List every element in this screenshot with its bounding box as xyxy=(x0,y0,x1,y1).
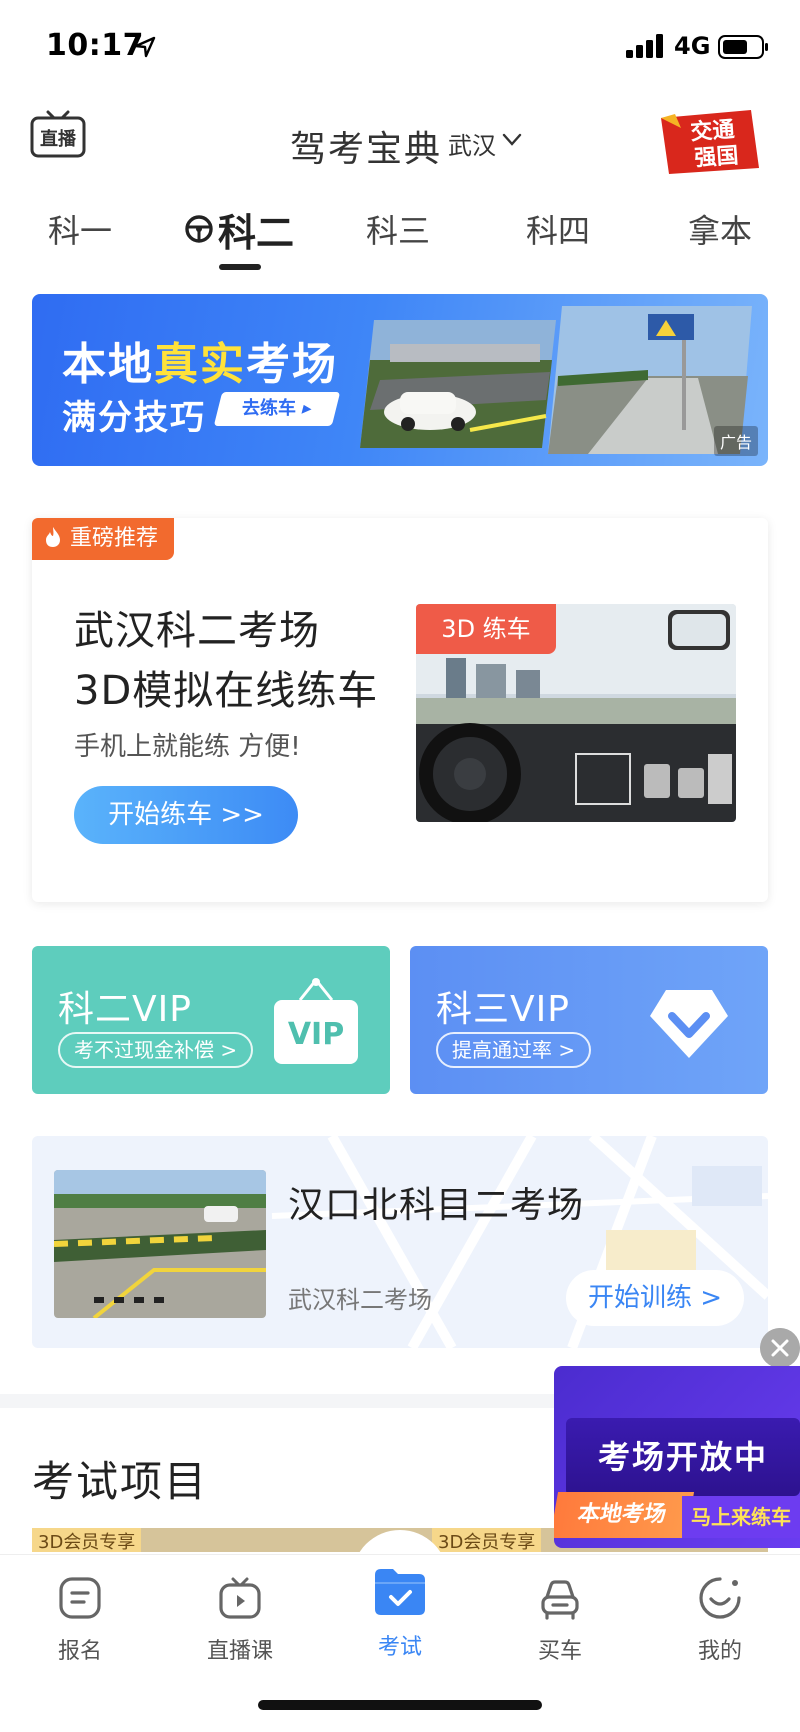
exam-site-card[interactable]: 汉口北科目二考场 武汉科二考场 开始训练 > xyxy=(32,1136,768,1348)
status-bar: 10:17 4G xyxy=(0,0,800,100)
banner-headline: 本地真实考场 xyxy=(62,339,338,390)
vip-tag-icon: VIP xyxy=(274,978,358,1064)
exam-items-heading: 考试项目 xyxy=(32,1457,209,1506)
float-ad-main: 考场开放中 xyxy=(566,1418,800,1496)
exam-site-photo xyxy=(54,1170,266,1318)
start-training-button[interactable]: 开始训练 > xyxy=(566,1270,744,1326)
recommend-title-line2: 3D模拟在线练车 xyxy=(74,668,379,714)
network-type: 4G xyxy=(674,32,711,60)
banner-practice-button[interactable]: 去练车 ▸ xyxy=(213,392,341,426)
close-icon[interactable] xyxy=(760,1328,800,1368)
member-tag: 3D会员专享 xyxy=(32,1528,142,1553)
subject3-vip-card[interactable]: 科三VIP 提高通过率 > xyxy=(410,946,768,1094)
diamond-heart-icon xyxy=(650,990,728,1058)
active-tab-indicator xyxy=(219,264,261,270)
steering-wheel-icon xyxy=(185,215,213,243)
subject2-vip-card[interactable]: 科二VIP 考不过现金补偿 > VIP xyxy=(32,946,390,1094)
exam-folder-icon xyxy=(375,1569,425,1615)
live-label: 直播 xyxy=(40,128,77,150)
live-tv-icon[interactable]: 直播 xyxy=(30,110,86,160)
location-arrow-icon xyxy=(134,36,156,58)
city-selector[interactable]: 武汉 xyxy=(448,126,496,161)
home-indicator xyxy=(258,1700,542,1710)
cell-signal-icon xyxy=(626,34,663,58)
member-tag: 3D会员专享 xyxy=(432,1528,542,1553)
recommend-subtitle: 手机上就能练 方便! xyxy=(74,732,301,762)
badge-text-1: 交通 xyxy=(690,117,736,146)
tabbar-item-buy-car[interactable]: 买车 xyxy=(500,1575,620,1665)
exam-site-title: 汉口北科目二考场 xyxy=(288,1185,585,1226)
signup-icon xyxy=(59,1577,101,1619)
car-icon xyxy=(541,1580,579,1620)
tab-subject-4[interactable]: 科四 xyxy=(526,206,590,252)
battery-icon xyxy=(718,35,768,59)
top-banner-ad[interactable]: 本地真实考场 满分技巧 去练车 ▸ 广告 xyxy=(32,294,768,466)
vip-title: 科三VIP xyxy=(436,989,570,1030)
tabbar-item-live[interactable]: 直播课 xyxy=(180,1575,300,1665)
app-title: 驾考宝典 xyxy=(290,129,443,170)
fire-icon xyxy=(46,527,60,547)
profile-smile-icon xyxy=(699,1577,741,1619)
tab-subject-2[interactable]: 科二 xyxy=(218,202,294,257)
tabbar-item-signup[interactable]: 报名 xyxy=(20,1575,140,1665)
vip-pill[interactable]: 考不过现金补偿 > xyxy=(58,1032,254,1068)
chevron-down-icon[interactable] xyxy=(502,132,522,148)
tab-subject-1[interactable]: 科一 xyxy=(48,206,112,252)
float-ad-left: 本地考场 xyxy=(554,1492,695,1538)
test-site-photo xyxy=(360,320,556,448)
tabbar-item-exam[interactable]: 考试 xyxy=(340,1569,460,1661)
tabbar-item-profile[interactable]: 我的 xyxy=(660,1575,780,1665)
start-practice-button[interactable]: 开始练车 >> xyxy=(74,786,298,844)
subject-tabs: 科一 科二 科三 科四 拿本 xyxy=(0,200,800,270)
badge-text-2: 强国 xyxy=(694,144,740,172)
tab-get-license[interactable]: 拿本 xyxy=(688,206,752,252)
recommend-title-line1: 武汉科二考场 xyxy=(74,608,320,654)
ad-label: 广告 xyxy=(713,426,758,456)
float-ad-right: 马上来练车 xyxy=(682,1496,800,1538)
recommend-card[interactable]: 重磅推荐 武汉科二考场 3D模拟在线练车 手机上就能练 方便! 开始练车 >> … xyxy=(32,518,768,902)
floating-ad[interactable]: 考场开放中 本地考场 马上来练车 xyxy=(554,1366,800,1548)
exam-site-subtitle: 武汉科二考场 xyxy=(288,1286,432,1314)
live-tv-icon xyxy=(219,1577,261,1619)
vip-badge-text: VIP xyxy=(288,1017,344,1052)
recommend-tag: 重磅推荐 xyxy=(32,518,175,560)
vip-pill[interactable]: 提高通过率 > xyxy=(436,1032,592,1068)
vip-title: 科二VIP xyxy=(58,989,192,1030)
transport-power-badge[interactable]: 交通 强国 xyxy=(655,108,765,176)
banner-subline: 满分技巧 xyxy=(62,398,206,438)
status-time: 10:17 xyxy=(46,28,144,63)
3d-practice-tag: 3D 练车 xyxy=(416,604,556,654)
tab-subject-3[interactable]: 科三 xyxy=(366,206,430,252)
